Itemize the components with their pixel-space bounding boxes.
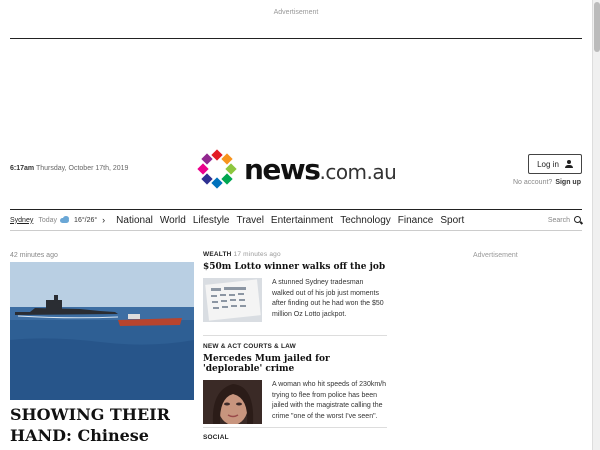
scrollbar-thumb[interactable]: [594, 2, 600, 52]
nav-item-travel[interactable]: Travel: [237, 215, 264, 226]
header-time: 6:17am: [10, 165, 35, 172]
weather-city-link[interactable]: Sydney: [10, 217, 33, 224]
story-blurb: A stunned Sydney tradesman walked out of…: [272, 279, 384, 318]
user-icon: [564, 160, 573, 168]
no-account-text: No account?: [513, 179, 553, 186]
site-logo[interactable]: news.com.au: [196, 148, 397, 190]
nav-item-technology[interactable]: Technology: [340, 215, 391, 226]
story-time: 17 minutes ago: [233, 251, 281, 258]
lead-story-headline[interactable]: SHOWING THEIR HAND: Chinese nuclear sub …: [10, 404, 200, 450]
login-label: Log in: [537, 159, 559, 169]
signup-link[interactable]: Sign up: [555, 179, 581, 186]
story-social: SOCIAL: [203, 434, 387, 441]
search-label: Search: [547, 216, 570, 224]
logo-tld: .com.au: [319, 159, 397, 184]
story-section[interactable]: SOCIAL: [203, 434, 229, 441]
no-account-prompt: No account? Sign up: [513, 179, 581, 186]
story-blurb: A woman who hit speeds of 230km/h trying…: [272, 381, 387, 420]
story-headline[interactable]: Mercedes Mum jailed for 'deplorable' cri…: [203, 354, 387, 374]
logo-dot: [221, 173, 233, 185]
page-scrollbar[interactable]: [592, 0, 600, 450]
story-thumbnail[interactable]: [203, 380, 262, 424]
nav-item-sport[interactable]: Sport: [440, 215, 464, 226]
side-advertisement-label: Advertisement: [473, 252, 518, 259]
story-section-label[interactable]: SOCIAL: [203, 434, 387, 441]
story-headline[interactable]: $50m Lotto winner walks off the job: [203, 262, 387, 272]
main-nav: Sydney Today 16°/26° › National World Li…: [10, 209, 582, 231]
story-courts: NEW & ACT COURTS & LAW Mercedes Mum jail…: [203, 343, 387, 424]
chevron-right-icon[interactable]: ›: [102, 215, 105, 225]
story-section-label[interactable]: NEW & ACT COURTS & LAW: [203, 343, 387, 350]
header-datetime: 6:17am Thursday, October 17th, 2019: [10, 165, 128, 172]
nav-item-national[interactable]: National: [116, 215, 153, 226]
logo-wordmark: news.com.au: [244, 152, 397, 186]
search-button[interactable]: Search: [548, 216, 582, 224]
story-wealth: WEALTH 17 minutes ago $50m Lotto winner w…: [203, 251, 387, 322]
story-section[interactable]: NEW & ACT COURTS & LAW: [203, 343, 296, 350]
weather-today-label: Today: [38, 216, 58, 224]
cloud-icon: [60, 216, 71, 224]
story-section[interactable]: WEALTH: [203, 251, 232, 258]
nav-item-entertainment[interactable]: Entertainment: [271, 215, 333, 226]
logo-main: news: [244, 152, 321, 186]
nav-item-finance[interactable]: Finance: [398, 215, 434, 226]
story-thumbnail[interactable]: [203, 278, 262, 322]
login-button[interactable]: Log in: [528, 154, 582, 174]
header-date: Thursday, October 17th, 2019: [35, 165, 129, 172]
nav-item-lifestyle[interactable]: Lifestyle: [193, 215, 230, 226]
story-divider: [203, 335, 387, 336]
lead-story-image[interactable]: [10, 262, 194, 400]
story-section-label[interactable]: WEALTH 17 minutes ago: [203, 251, 387, 258]
nav-item-world[interactable]: World: [160, 215, 186, 226]
weather-temp: 16°/26°: [74, 216, 98, 224]
search-icon: [574, 216, 582, 224]
logo-dots-icon: [196, 148, 238, 190]
top-divider: [10, 38, 582, 39]
story-divider: [203, 427, 387, 428]
lead-story-time: 42 minutes ago: [10, 252, 58, 259]
top-advertisement-label: Advertisement: [273, 9, 319, 16]
